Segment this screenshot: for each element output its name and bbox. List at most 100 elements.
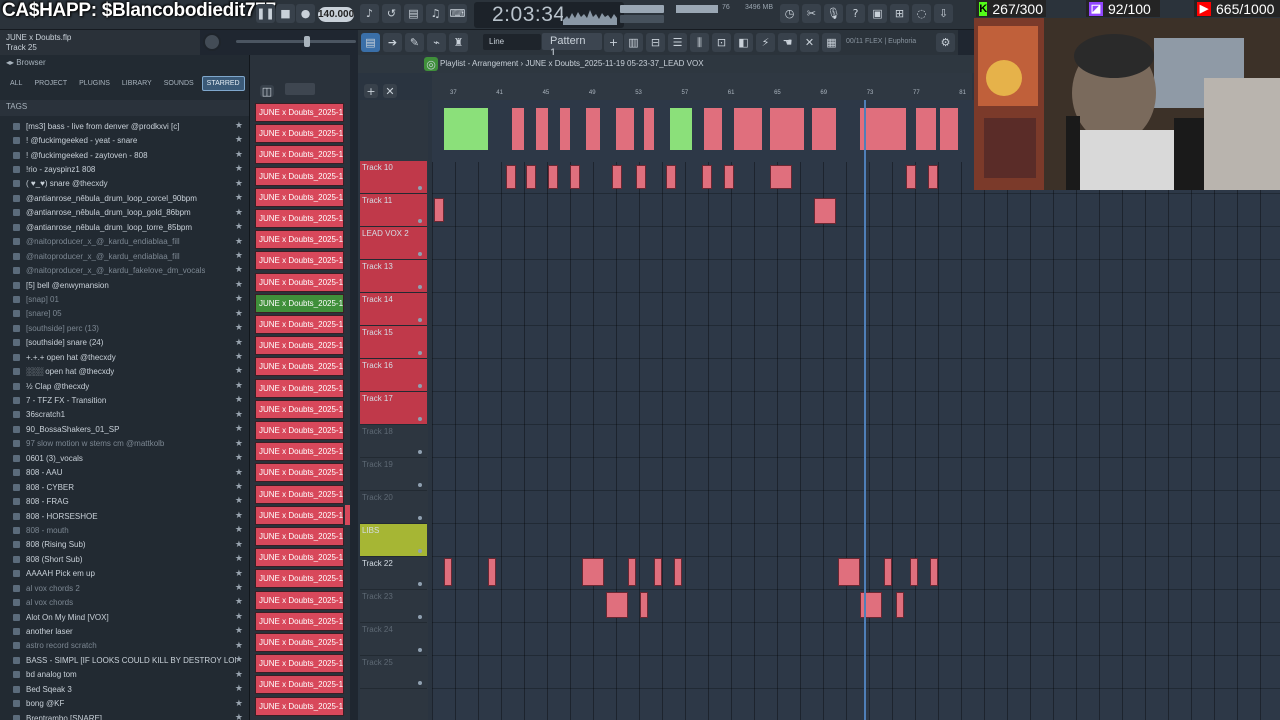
track-mute-dot[interactable] xyxy=(418,516,422,520)
link-icon[interactable]: ⌁ xyxy=(427,33,446,52)
browser-item[interactable]: Alot On My Mind [VOX] ★ xyxy=(0,610,249,624)
picker-clip[interactable]: JUNE x Doubts_2025-11-... xyxy=(255,399,344,419)
picker-clip[interactable]: JUNE x Doubts_2025-11-... xyxy=(255,590,344,610)
browser-item[interactable]: bd analog tom ★ xyxy=(0,668,249,682)
browser-toggle-icon[interactable]: ⊡ xyxy=(712,33,731,52)
loop-record-icon[interactable]: ↺ xyxy=(382,4,401,23)
cable-icon[interactable]: ✕ xyxy=(800,33,819,52)
add-pattern-icon[interactable]: + xyxy=(604,33,623,52)
browser-item[interactable]: 36scratch1 ★ xyxy=(0,408,249,422)
add-track-icon[interactable]: + xyxy=(364,84,378,98)
waveform-segment[interactable] xyxy=(940,108,958,150)
star-icon[interactable]: ★ xyxy=(235,395,243,405)
browser-item[interactable]: 808 - AAU ★ xyxy=(0,466,249,480)
browser-tab-starred[interactable]: STARRED xyxy=(201,75,245,91)
track-header[interactable]: Track 11 xyxy=(360,194,427,227)
star-icon[interactable]: ★ xyxy=(235,713,243,720)
pattern-select[interactable]: Pattern 1 xyxy=(542,33,602,59)
star-icon[interactable]: ★ xyxy=(235,626,243,636)
save-icon[interactable]: ▣ xyxy=(868,4,887,23)
track-header[interactable]: Track 13 xyxy=(360,260,427,293)
star-icon[interactable]: ★ xyxy=(235,294,243,304)
picker-clip[interactable]: JUNE x Doubts_2025-11-... xyxy=(255,421,344,440)
tags-row[interactable]: TAGS xyxy=(0,100,249,116)
browser-item[interactable]: !rio - zayspinz1 808 ★ xyxy=(0,162,249,176)
audio-clip[interactable] xyxy=(548,165,558,189)
picker-clip[interactable]: JUNE x Doubts_2025-11-... xyxy=(255,187,344,207)
track-header[interactable]: Track 24 xyxy=(360,623,427,656)
snap-select[interactable]: Line xyxy=(483,34,541,50)
picker-clip[interactable]: JUNE x Doubts_2025-11-... xyxy=(255,293,344,313)
picker-clip[interactable]: JUNE x Doubts_2025-11-... xyxy=(255,527,344,546)
touch-icon[interactable]: ☚ xyxy=(778,33,797,52)
star-icon[interactable]: ★ xyxy=(235,179,243,189)
browser-item[interactable]: [snare] 05 ★ xyxy=(0,307,249,321)
star-icon[interactable]: ★ xyxy=(235,323,243,333)
record-icon[interactable]: ● xyxy=(296,4,315,23)
browser-item[interactable]: 808 - FRAG ★ xyxy=(0,494,249,508)
blend-notes-icon[interactable]: ♫ xyxy=(426,4,445,23)
browser-arrow-icon[interactable]: ◂▸ xyxy=(6,58,16,67)
audio-clip[interactable] xyxy=(570,165,580,189)
browser-item[interactable]: ½ Clap @thecxdy ★ xyxy=(0,379,249,393)
picker-clip[interactable]: JUNE x Doubts_2025-11-... xyxy=(255,166,344,186)
pencil-icon[interactable]: ✎ xyxy=(405,33,424,52)
star-icon[interactable]: ★ xyxy=(235,164,243,174)
track-header[interactable]: Track 23 xyxy=(360,590,427,623)
picker-clip[interactable]: JUNE x Doubts_2025-11-... xyxy=(255,230,344,250)
audio-clip[interactable] xyxy=(910,558,918,586)
picker-clip[interactable]: JUNE x Doubts_2025-11-... xyxy=(255,654,344,674)
track-mute-dot[interactable] xyxy=(418,219,422,223)
track-mute-dot[interactable] xyxy=(418,648,422,652)
audio-clip[interactable] xyxy=(928,165,938,189)
audio-clip[interactable] xyxy=(628,558,636,586)
star-icon[interactable]: ★ xyxy=(235,309,243,319)
track-header[interactable]: Track 14 xyxy=(360,293,427,326)
star-icon[interactable]: ★ xyxy=(235,468,243,478)
star-icon[interactable]: ★ xyxy=(235,150,243,160)
waveform-segment[interactable] xyxy=(812,108,836,150)
star-icon[interactable]: ★ xyxy=(235,511,243,521)
browser-item[interactable]: @naitoproducer_x_@_kardu_endiablaa_fill ★ xyxy=(0,235,249,249)
clock-icon[interactable]: ◷ xyxy=(780,4,799,23)
song-time[interactable]: 2:03:34 xyxy=(492,3,566,27)
browser-item[interactable]: 97 slow motion w stems cm @mattkolb ★ xyxy=(0,437,249,451)
master-knob[interactable] xyxy=(203,33,221,51)
star-icon[interactable]: ★ xyxy=(235,453,243,463)
browser-item[interactable]: [5] bell @enwymansion ★ xyxy=(0,278,249,292)
waveform-segment[interactable] xyxy=(770,108,804,150)
stop-icon[interactable]: ■ xyxy=(276,4,295,23)
star-icon[interactable]: ★ xyxy=(235,482,243,492)
star-icon[interactable]: ★ xyxy=(235,251,243,261)
picker-clip[interactable]: JUNE x Doubts_2025-11-... xyxy=(255,696,344,716)
picker-scrollbar[interactable] xyxy=(345,100,350,720)
tempo-display[interactable]: 140.000 xyxy=(318,7,354,22)
browser-item[interactable]: al vox chords 2 ★ xyxy=(0,581,249,595)
audio-clip[interactable] xyxy=(674,558,682,586)
star-icon[interactable]: ★ xyxy=(235,424,243,434)
audio-clip[interactable] xyxy=(434,198,444,222)
audio-clip[interactable] xyxy=(640,592,648,618)
star-icon[interactable]: ★ xyxy=(235,265,243,275)
track-header[interactable]: Track 18 xyxy=(360,425,427,458)
track-header[interactable]: Track 22 xyxy=(360,557,427,590)
arrow-right-icon[interactable]: ➔ xyxy=(383,33,402,52)
browser-item[interactable]: ! @fuckimgeeked - zaytoven - 808 ★ xyxy=(0,148,249,162)
track-header[interactable]: Track 15 xyxy=(360,326,427,359)
waveform-segment[interactable] xyxy=(560,108,570,150)
picker-clip[interactable]: JUNE x Doubts_2025-11-... xyxy=(255,611,344,631)
browser-item[interactable]: ░░░ open hat @thecxdy ★ xyxy=(0,364,249,378)
track-mute-dot[interactable] xyxy=(418,252,422,256)
lead-vox-waveform-track[interactable] xyxy=(432,100,972,162)
browser-item[interactable]: [ms3] bass - live from denver @prodkxvi … xyxy=(0,119,249,133)
star-icon[interactable]: ★ xyxy=(235,612,243,622)
browser-item[interactable]: 0601 (3)_vocals ★ xyxy=(0,451,249,465)
browser-item[interactable]: 7 - TFZ FX - Transition ★ xyxy=(0,393,249,407)
track-mute-dot[interactable] xyxy=(418,483,422,487)
picker-scroll-thumb[interactable] xyxy=(345,505,350,525)
picker-clip[interactable]: JUNE x Doubts_2025-11-... xyxy=(255,378,344,398)
browser-item[interactable]: al vox chords ★ xyxy=(0,595,249,609)
star-icon[interactable]: ★ xyxy=(235,208,243,218)
star-icon[interactable]: ★ xyxy=(235,121,243,131)
waveform-segment[interactable] xyxy=(860,108,906,150)
